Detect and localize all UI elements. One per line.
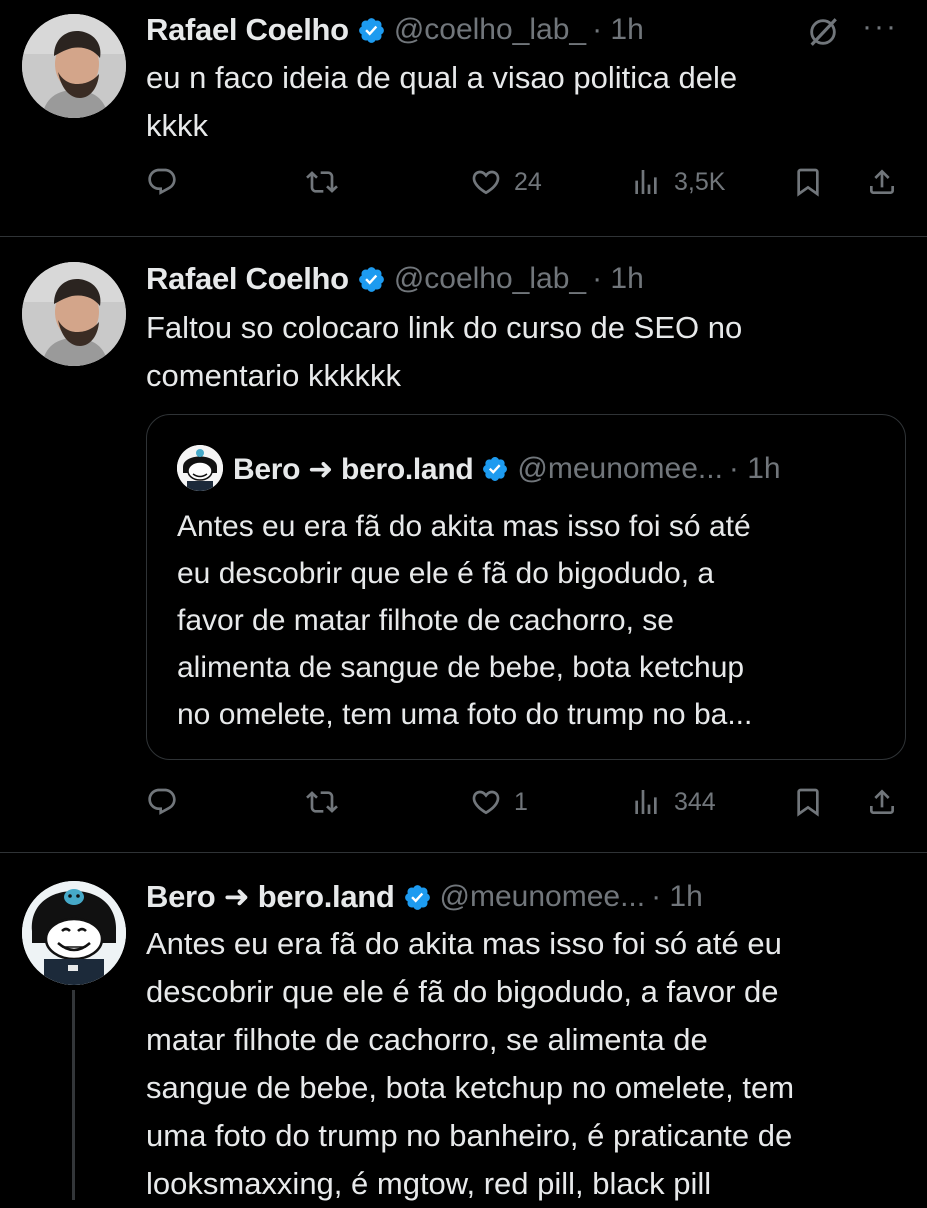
tweet-text: Antes eu era fã do akita mas isso foi só… bbox=[146, 920, 916, 1208]
tweet-text-line: Faltou so colocaro link do curso de SEO … bbox=[146, 310, 743, 345]
tweet-text: eu n faco ideia de qual a visao politica… bbox=[146, 54, 906, 150]
tweet-text-line: matar filhote de cachorro, se alimenta d… bbox=[146, 1022, 708, 1057]
tweet-text-line: kkkk bbox=[146, 108, 208, 143]
quoted-text-line: Antes eu era fã do akita mas isso foi só… bbox=[177, 510, 751, 543]
quoted-avatar-image bbox=[177, 445, 223, 491]
quoted-author-name: Bero ➜ bero.land bbox=[233, 452, 474, 486]
like-count: 1 bbox=[514, 787, 528, 816]
quoted-text-line: favor de matar filhote de cachorro, se bbox=[177, 604, 674, 637]
verified-badge-icon bbox=[357, 265, 386, 294]
quoted-avatar bbox=[177, 445, 223, 491]
more-icon[interactable]: ··· bbox=[862, 10, 898, 44]
bookmark-icon bbox=[792, 166, 824, 198]
reply-icon bbox=[146, 166, 178, 198]
timestamp[interactable]: · 1h bbox=[592, 262, 644, 296]
author-handle[interactable]: @coelho_lab_ bbox=[394, 262, 586, 296]
views-icon bbox=[630, 166, 662, 198]
tweet[interactable]: Rafael Coelho @coelho_lab_ · 1h ··· eu n… bbox=[0, 0, 927, 236]
heart-icon bbox=[470, 786, 502, 818]
tweet-actions: 24 3,5K bbox=[146, 160, 906, 204]
views-icon bbox=[630, 786, 662, 818]
tweet-actions: 1 344 bbox=[146, 780, 906, 824]
views-button[interactable]: 3,5K bbox=[630, 160, 725, 204]
tweet-header: Rafael Coelho @coelho_lab_ · 1h bbox=[146, 257, 644, 301]
author-name[interactable]: Bero ➜ bero.land bbox=[146, 879, 395, 915]
retweet-icon bbox=[306, 166, 338, 198]
tweet[interactable]: Bero ➜ bero.land @meunomee... · 1h Antes… bbox=[0, 853, 927, 1201]
timestamp[interactable]: · 1h bbox=[651, 880, 703, 914]
tweet-text-line: comentario kkkkkk bbox=[146, 358, 401, 393]
timestamp[interactable]: · 1h bbox=[592, 13, 644, 47]
bookmark-button[interactable] bbox=[792, 780, 824, 824]
quoted-text-line: alimenta de sangue de bebe, bota ketchup bbox=[177, 651, 745, 684]
verified-badge-icon bbox=[481, 455, 509, 483]
quoted-header: Bero ➜ bero.land @meunomee... · 1h bbox=[233, 447, 781, 491]
avatar[interactable] bbox=[22, 881, 126, 985]
share-button[interactable] bbox=[866, 780, 898, 824]
quoted-text-line: no omelete, tem uma foto do trump no ba.… bbox=[177, 698, 753, 731]
grok-icon[interactable] bbox=[806, 15, 840, 49]
heart-icon bbox=[470, 166, 502, 198]
tweet-text-line: eu n faco ideia de qual a visao politica… bbox=[146, 60, 738, 95]
retweet-icon bbox=[306, 786, 338, 818]
reply-button[interactable] bbox=[146, 160, 178, 204]
tweet-header: Rafael Coelho @coelho_lab_ · 1h bbox=[146, 8, 644, 52]
share-button[interactable] bbox=[866, 160, 898, 204]
reply-button[interactable] bbox=[146, 780, 178, 824]
author-name[interactable]: Rafael Coelho bbox=[146, 261, 349, 297]
quoted-text: Antes eu era fã do akita mas isso foi só… bbox=[177, 503, 877, 738]
quoted-author-handle: @meunomee... bbox=[517, 452, 723, 485]
avatar-image bbox=[22, 262, 126, 366]
avatar[interactable] bbox=[22, 14, 126, 118]
quoted-timestamp: · 1h bbox=[728, 452, 781, 485]
verified-badge-icon bbox=[357, 16, 386, 45]
tweet-header: Bero ➜ bero.land @meunomee... · 1h bbox=[146, 875, 703, 919]
bookmark-button[interactable] bbox=[792, 160, 824, 204]
retweet-button[interactable] bbox=[306, 780, 338, 824]
quoted-tweet[interactable]: Bero ➜ bero.land @meunomee... · 1h Antes… bbox=[146, 414, 906, 760]
author-handle[interactable]: @coelho_lab_ bbox=[394, 13, 586, 47]
like-button[interactable]: 1 bbox=[470, 780, 528, 824]
views-count: 344 bbox=[674, 787, 716, 816]
tweet-text-line: looksmaxxing, é mgtow, red pill, black p… bbox=[146, 1166, 712, 1201]
bookmark-icon bbox=[792, 786, 824, 818]
verified-badge-icon bbox=[403, 883, 432, 912]
tweet-text-line: descobrir que ele é fã do bigodudo, a fa… bbox=[146, 974, 779, 1009]
share-icon bbox=[866, 786, 898, 818]
tweet-text-line: uma foto do trump no banheiro, é pratica… bbox=[146, 1118, 793, 1153]
tweet[interactable]: Rafael Coelho @coelho_lab_ · 1h Faltou s… bbox=[0, 237, 927, 852]
like-button[interactable]: 24 bbox=[470, 160, 542, 204]
avatar[interactable] bbox=[22, 262, 126, 366]
retweet-button[interactable] bbox=[306, 160, 338, 204]
author-name[interactable]: Rafael Coelho bbox=[146, 12, 349, 48]
thread-line bbox=[72, 990, 75, 1200]
tweet-text-line: Antes eu era fã do akita mas isso foi só… bbox=[146, 926, 782, 961]
avatar-image bbox=[22, 14, 126, 118]
views-button[interactable]: 344 bbox=[630, 780, 716, 824]
views-count: 3,5K bbox=[674, 167, 726, 196]
share-icon bbox=[866, 166, 898, 198]
author-handle[interactable]: @meunomee... bbox=[440, 880, 646, 914]
tweet-text: Faltou so colocaro link do curso de SEO … bbox=[146, 304, 906, 400]
like-count: 24 bbox=[514, 167, 542, 196]
reply-icon bbox=[146, 786, 178, 818]
tweet-text-line: sangue de bebe, bota ketchup no omelete,… bbox=[146, 1070, 795, 1105]
quoted-text-line: eu descobrir que ele é fã do bigodudo, a bbox=[177, 557, 715, 590]
avatar-image bbox=[22, 881, 126, 985]
